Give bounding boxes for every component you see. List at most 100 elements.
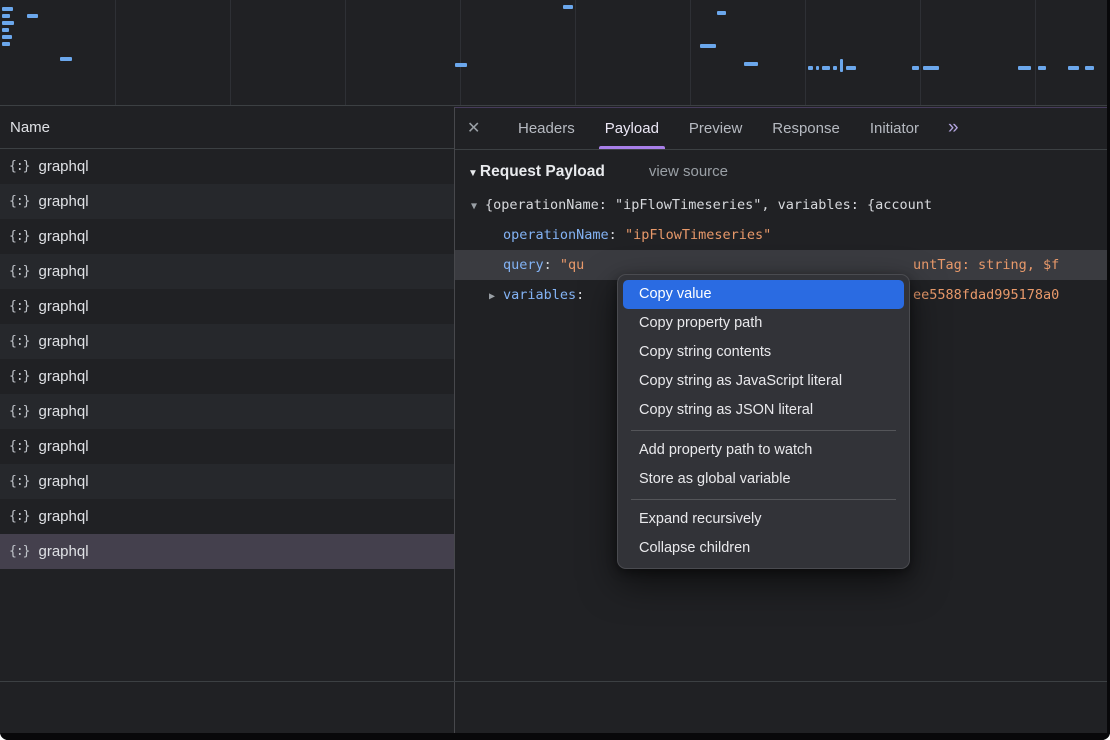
colon: : [544, 257, 560, 273]
expand-closed-icon[interactable]: ▶ [489, 282, 503, 310]
request-name: graphql [38, 543, 88, 560]
timeline-request-bar[interactable] [744, 62, 758, 66]
property-value-left: "qu [560, 257, 584, 273]
timeline-request-bar[interactable] [833, 66, 837, 70]
timeline-request-bar[interactable] [2, 35, 12, 39]
tree-root-line[interactable]: ▼{operationName: "ipFlowTimeseries", var… [455, 190, 1110, 220]
request-row[interactable]: {:} graphql [0, 394, 454, 429]
json-braces-icon: {:} [9, 369, 29, 384]
more-tabs-chevron-icon[interactable]: » [938, 117, 969, 139]
timeline-request-bar[interactable] [1018, 66, 1031, 70]
section-collapse-icon[interactable]: ▼ [468, 168, 478, 179]
json-braces-icon: {:} [9, 404, 29, 419]
json-braces-icon: {:} [9, 264, 29, 279]
property-value-right: ee5588fdad995178a0 [913, 280, 1059, 310]
timeline-request-bar[interactable] [1038, 66, 1046, 70]
property-value: "ipFlowTimeseries" [625, 227, 771, 243]
close-details-icon[interactable]: ✕ [467, 118, 503, 138]
tab-response[interactable]: Response [757, 107, 855, 149]
json-braces-icon: {:} [9, 334, 29, 349]
view-source-link[interactable]: view source [649, 163, 728, 180]
object-preview: {operationName: "ipFlowTimeseries", vari… [485, 197, 932, 213]
property-value-right: untTag: string, $f [913, 250, 1059, 280]
timeline-request-bar[interactable] [840, 59, 843, 72]
network-main-area: Name {:}graphql{:}graphql{:}graphql{:}gr… [0, 107, 1110, 733]
expand-open-icon[interactable]: ▼ [471, 192, 485, 220]
timeline-request-bar[interactable] [846, 66, 856, 70]
menu-item-add-property-path-to-watch[interactable]: Add property path to watch [623, 436, 904, 465]
json-braces-icon: {:} [9, 299, 29, 314]
timeline-request-bar[interactable] [822, 66, 830, 70]
timeline-request-bar[interactable] [2, 21, 14, 25]
request-payload-section: ▼ Request Payload view source [455, 163, 1110, 181]
request-list: {:} graphql {:} graphql {:} graphql {:} graphql… [0, 149, 454, 569]
timeline-request-bar[interactable] [60, 57, 72, 61]
colon: : [609, 227, 625, 243]
menu-item-store-as-global-variable[interactable]: Store as global variable [623, 465, 904, 494]
timeline-request-bar[interactable] [2, 42, 10, 46]
timeline-gridline [575, 0, 576, 105]
request-row[interactable]: {:}graphql [0, 219, 454, 254]
timeline-request-bar[interactable] [563, 5, 573, 9]
column-header-name[interactable]: Name [0, 107, 454, 149]
timeline-request-bar[interactable] [700, 44, 716, 48]
menu-item-copy-value[interactable]: Copy value [623, 280, 904, 309]
timeline-request-bar[interactable] [717, 11, 726, 15]
request-row[interactable]: {:} graphql [0, 534, 454, 569]
tab-initiator[interactable]: Initiator [855, 107, 934, 149]
timeline-request-bar[interactable] [808, 66, 813, 70]
footer-divider [0, 681, 1110, 682]
timeline-request-bar[interactable] [2, 14, 10, 18]
property-key: variables [503, 287, 576, 303]
timeline-request-bar[interactable] [2, 7, 13, 11]
devtools-window: Name {:}graphql{:}graphql{:}graphql{:}gr… [0, 0, 1110, 740]
property-key: operationName [503, 227, 609, 243]
tab-headers[interactable]: Headers [503, 107, 590, 149]
menu-separator [631, 499, 896, 500]
timeline-request-bar[interactable] [816, 66, 819, 70]
timeline-request-bar[interactable] [27, 14, 38, 18]
request-row[interactable]: {:}graphql [0, 464, 454, 499]
tab-preview[interactable]: Preview [674, 107, 757, 149]
json-braces-icon: {:} [9, 159, 29, 174]
request-row[interactable]: {:}graphql [0, 254, 454, 289]
request-name: graphql [38, 403, 88, 420]
colon: : [576, 287, 584, 303]
menu-item-copy-property-path[interactable]: Copy property path [623, 309, 904, 338]
request-name: graphql [38, 193, 88, 210]
timeline-gridline [805, 0, 806, 105]
request-row[interactable]: {:}graphql [0, 359, 454, 394]
json-braces-icon: {:} [9, 544, 29, 559]
menu-item-expand-recursively[interactable]: Expand recursively [623, 505, 904, 534]
timeline-request-bar[interactable] [455, 63, 467, 67]
json-braces-icon: {:} [9, 509, 29, 524]
request-row[interactable]: {:}graphql [0, 499, 454, 534]
json-braces-icon: {:} [9, 194, 29, 209]
request-row[interactable]: {:}graphql [0, 429, 454, 464]
json-braces-icon: {:} [9, 229, 29, 244]
timeline-request-bar[interactable] [1085, 66, 1094, 70]
menu-item-collapse-children[interactable]: Collapse children [623, 534, 904, 563]
requests-panel: Name {:}graphql{:}graphql{:}graphql{:}gr… [0, 107, 454, 733]
context-menu: Copy valueCopy property pathCopy string … [617, 274, 910, 569]
request-row[interactable]: {:}graphql [0, 324, 454, 359]
property-key: query [503, 257, 544, 273]
request-row[interactable]: {:}graphql [0, 149, 454, 184]
tree-line-operationName[interactable]: operationName: "ipFlowTimeseries" [455, 220, 1110, 250]
network-overview-timeline[interactable] [0, 0, 1110, 106]
timeline-request-bar[interactable] [912, 66, 919, 70]
request-row[interactable]: {:} graphql [0, 184, 454, 219]
menu-item-copy-string-as-javascript-literal[interactable]: Copy string as JavaScript literal [623, 367, 904, 396]
menu-item-copy-string-as-json-literal[interactable]: Copy string as JSON literal [623, 396, 904, 425]
timeline-request-bar[interactable] [1068, 66, 1079, 70]
request-row[interactable]: {:} graphql [0, 289, 454, 324]
request-name: graphql [38, 473, 88, 490]
timeline-gridline [690, 0, 691, 105]
menu-item-copy-string-contents[interactable]: Copy string contents [623, 338, 904, 367]
tab-payload[interactable]: Payload [590, 107, 674, 149]
timeline-request-bar[interactable] [2, 28, 9, 32]
timeline-request-bar[interactable] [923, 66, 939, 70]
request-name: graphql [38, 298, 88, 315]
window-bottom-edge [0, 733, 1110, 740]
menu-separator [631, 430, 896, 431]
